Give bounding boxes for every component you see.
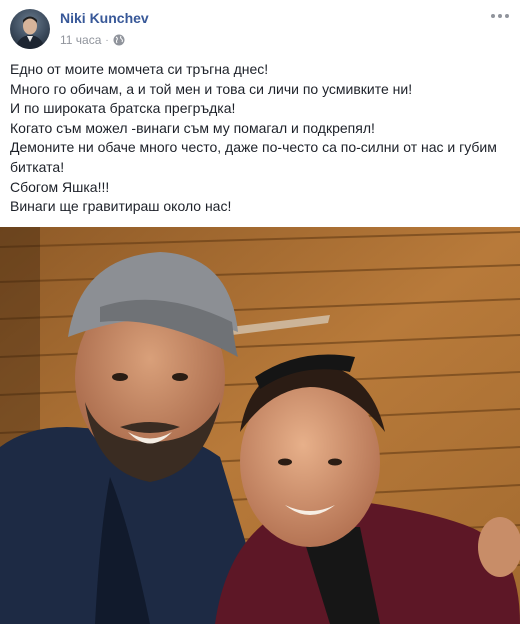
post-line: Много го обичам, а и той мен и това си л…: [10, 80, 413, 97]
post-line: Сбогом Яшка!!!: [10, 178, 110, 195]
post-line: Винаги ще гравитираш около нас!: [10, 198, 232, 215]
post-photo[interactable]: [0, 227, 520, 624]
author-avatar[interactable]: [10, 9, 50, 49]
post-line: Когато съм можел -винаги съм му помагал …: [10, 119, 375, 136]
post-meta: 11 часа ·: [60, 33, 125, 47]
globe-icon[interactable]: [113, 34, 125, 46]
post-timestamp[interactable]: 11 часа: [60, 33, 101, 47]
more-options-icon[interactable]: [490, 10, 510, 22]
more-dot: [505, 14, 509, 18]
post-line: битката!: [10, 158, 65, 175]
post-text: Едно от моите момчета си тръгна днес! Мн…: [10, 60, 510, 217]
author-name-link[interactable]: Niki Kunchev: [60, 10, 149, 26]
post-header: Niki Kunchev 11 часа ·: [0, 0, 520, 56]
more-dot: [491, 14, 495, 18]
post-line: Едно от моите момчета си тръгна днес!: [10, 61, 269, 77]
post-line: И по широката братска прегръдка!: [10, 100, 236, 117]
more-dot: [498, 14, 502, 18]
post-line: Демоните ни обаче много често, даже по-ч…: [10, 139, 497, 156]
meta-separator: ·: [105, 34, 109, 46]
facebook-post: Niki Kunchev 11 часа · Едно от моите мом…: [0, 0, 520, 624]
